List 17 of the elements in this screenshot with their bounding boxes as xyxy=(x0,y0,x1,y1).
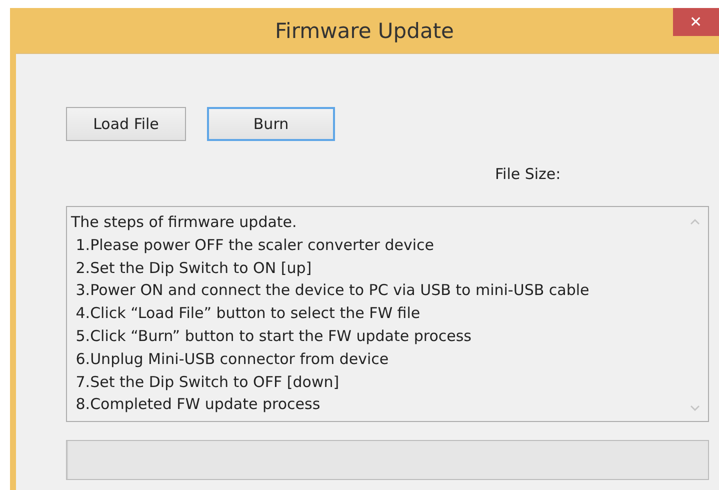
step-text: 3.Power ON and connect the device to PC via USB to mini-USB cable xyxy=(74,280,590,302)
step-text: 7.Set the Dip Switch to OFF [down] xyxy=(74,372,340,393)
action-button[interactable]: Burn xyxy=(207,107,335,141)
scroll-down-icon[interactable] xyxy=(690,405,700,411)
steps-text-box[interactable] xyxy=(66,206,709,422)
step-text: 5.Click “Burn” button to start the FW update process xyxy=(74,326,472,347)
action-button[interactable]: Load File xyxy=(66,107,186,141)
step-text: 1.Please power OFF the scaler converter device xyxy=(74,234,435,256)
step-text: 6.Unplug Mini-USB connector from device xyxy=(74,348,390,370)
window-title: Firmware Update xyxy=(275,18,454,42)
scroll-up-icon[interactable] xyxy=(690,219,700,225)
step-text: 4.Click “Load File” button to select the FW file xyxy=(74,303,422,324)
file-size-label: File Size: xyxy=(495,164,561,182)
close-button[interactable]: ✕ xyxy=(673,8,719,36)
step-text: 2.Set the Dip Switch to ON [up] xyxy=(74,258,313,279)
step-text: 8.Completed FW update process xyxy=(74,394,322,416)
step-text: The steps of firmware update. xyxy=(71,212,298,233)
